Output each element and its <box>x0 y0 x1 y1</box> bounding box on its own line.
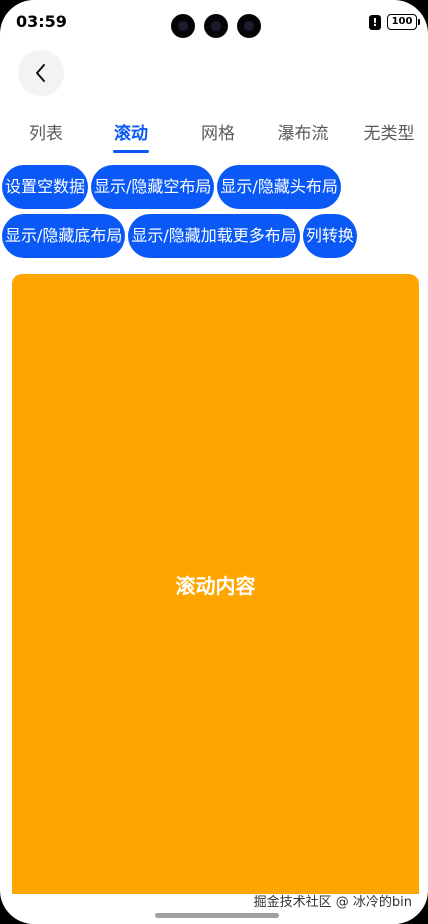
status-time: 03:59 <box>16 12 67 31</box>
set-empty-data-button[interactable]: 设置空数据 <box>2 165 89 209</box>
tab-grid[interactable]: 网格 <box>196 118 240 150</box>
scroll-content-area[interactable]: 滚动内容 <box>12 274 419 894</box>
button-row-1: 设置空数据 显示/隐藏空布局 显示/隐藏头布局 <box>2 165 341 209</box>
alert-icon: ! <box>369 15 381 30</box>
tab-list[interactable]: 列表 <box>24 118 68 150</box>
button-row-2: 显示/隐藏底布局 显示/隐藏加载更多布局 列转换 <box>2 214 357 258</box>
phone-screen: 03:59 ! 100 列表 滚动 网格 瀑布流 无类型 设置空数据 显示/隐藏… <box>0 0 428 924</box>
tab-waterfall[interactable]: 瀑布流 <box>274 118 332 150</box>
chevron-left-icon <box>36 64 45 82</box>
tab-untyped[interactable]: 无类型 <box>360 118 418 150</box>
camera-icon <box>204 14 228 38</box>
active-tab-indicator <box>113 150 149 153</box>
switch-columns-button[interactable]: 列转换 <box>302 214 357 258</box>
camera-icon <box>237 14 261 38</box>
battery-icon: 100 <box>387 14 420 30</box>
tab-scroll-label: 滚动 <box>114 124 148 144</box>
back-button[interactable] <box>18 50 64 96</box>
scroll-content-label: 滚动内容 <box>175 573 256 598</box>
status-bar: 03:59 ! 100 <box>0 0 428 44</box>
watermark: 掘金技术社区 @ 冰冷的bin <box>253 895 412 910</box>
toggle-header-layout-button[interactable]: 显示/隐藏头布局 <box>217 165 341 209</box>
toggle-empty-layout-button[interactable]: 显示/隐藏空布局 <box>91 165 215 209</box>
bottom-bar: 掘金技术社区 @ 冰冷的bin <box>0 894 428 924</box>
camera-icon <box>171 14 195 38</box>
tab-scroll[interactable]: 滚动 <box>109 118 153 153</box>
tab-bar: 列表 滚动 网格 瀑布流 无类型 <box>0 118 428 154</box>
toggle-load-more-layout-button[interactable]: 显示/隐藏加载更多布局 <box>128 214 300 258</box>
home-indicator[interactable] <box>155 913 279 918</box>
toggle-footer-layout-button[interactable]: 显示/隐藏底布局 <box>2 214 126 258</box>
